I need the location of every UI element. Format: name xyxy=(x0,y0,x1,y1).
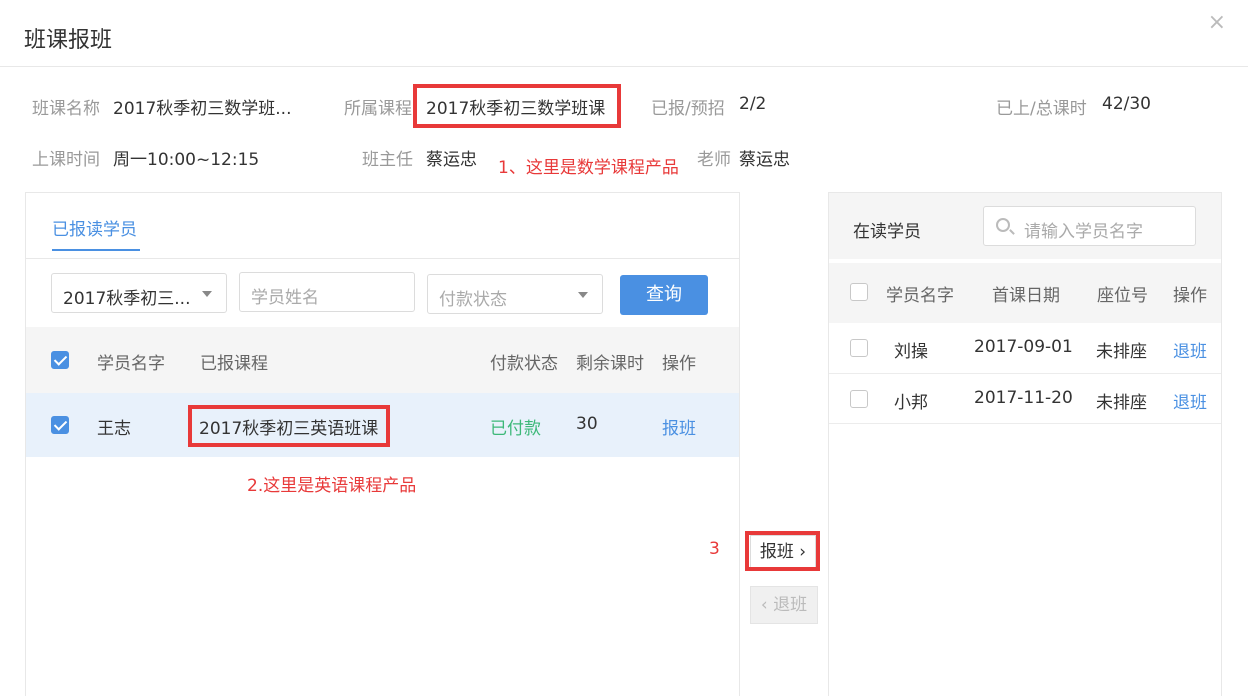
chevron-down-icon xyxy=(202,291,212,297)
annotation-note-2: 2.这里是英语课程产品 xyxy=(247,476,417,496)
student-search-placeholder: 请输入学员名字 xyxy=(1024,222,1143,242)
payment-status-select[interactable]: 付款状态 xyxy=(427,274,603,314)
search-icon xyxy=(996,218,1010,232)
row-checkbox[interactable] xyxy=(850,390,868,408)
annotation-box-english-course xyxy=(188,405,390,447)
head-teacher-value: 蔡运忠 xyxy=(426,150,477,170)
col-first-date: 首课日期 xyxy=(992,286,1060,306)
col-course: 已报课程 xyxy=(200,354,268,374)
lessons-value: 42/30 xyxy=(1102,94,1151,114)
col-student-name: 学员名字 xyxy=(97,354,165,374)
time-value: 周一10:00~12:15 xyxy=(113,150,260,170)
class-name-label: 班课名称 xyxy=(32,99,100,119)
student-name: 小邦 xyxy=(894,393,928,413)
time-label: 上课时间 xyxy=(32,150,100,170)
course-select-value: 2017秋季初三... xyxy=(63,289,191,309)
course-label: 所属课程 xyxy=(344,99,412,119)
chevron-down-icon xyxy=(578,292,588,298)
col-action: 操作 xyxy=(1173,286,1207,306)
dialog-title: 班课报班 xyxy=(24,28,113,53)
class-name-value: 2017秋季初三数学班... xyxy=(113,99,292,119)
student-name: 刘操 xyxy=(894,342,928,362)
withdraw-link[interactable]: 退班 xyxy=(1173,388,1207,413)
remaining-lessons: 30 xyxy=(576,414,598,434)
seat: 未排座 xyxy=(1096,393,1147,413)
select-all-checkbox[interactable] xyxy=(850,283,868,301)
enroll-link[interactable]: 报班 xyxy=(662,414,696,439)
tab-underline xyxy=(52,249,140,251)
table-row[interactable]: 刘操 2017-09-01 未排座 退班 xyxy=(829,323,1221,374)
select-all-checkbox[interactable] xyxy=(51,351,69,369)
course-select[interactable]: 2017秋季初三... xyxy=(51,273,227,313)
row-checkbox[interactable] xyxy=(51,416,69,434)
col-seat: 座位号 xyxy=(1097,286,1148,306)
enrolled-value: 2/2 xyxy=(739,94,767,114)
row-checkbox[interactable] xyxy=(850,339,868,357)
search-button[interactable]: 查询 xyxy=(620,275,708,315)
student-name-placeholder: 学员姓名 xyxy=(251,288,319,308)
current-students-panel: 在读学员 请输入学员名字 学员名字 首课日期 座位号 操作 刘操 2017-09… xyxy=(828,192,1222,696)
current-table-header: 学员名字 首课日期 座位号 操作 xyxy=(829,263,1221,323)
teacher-label: 老师 xyxy=(697,150,731,170)
first-date: 2017-11-20 xyxy=(974,388,1073,408)
student-search-input[interactable]: 请输入学员名字 xyxy=(983,206,1196,246)
first-date: 2017-09-01 xyxy=(974,337,1073,357)
teacher-value: 蔡运忠 xyxy=(739,150,790,170)
col-student-name: 学员名字 xyxy=(886,286,954,306)
annotation-box-course xyxy=(413,84,621,128)
payment-status-placeholder: 付款状态 xyxy=(439,290,507,310)
withdraw-link[interactable]: 退班 xyxy=(1173,337,1207,362)
col-payment-status: 付款状态 xyxy=(490,354,558,374)
annotation-note-3: 3 xyxy=(709,539,720,559)
payment-status: 已付款 xyxy=(490,419,541,439)
col-remaining-lessons: 剩余课时 xyxy=(576,354,644,374)
close-icon[interactable]: × xyxy=(1208,10,1226,35)
seat: 未排座 xyxy=(1096,342,1147,362)
enrolled-label: 已报/预招 xyxy=(651,99,725,119)
annotation-box-enroll xyxy=(745,531,820,571)
lessons-label: 已上/总课时 xyxy=(996,99,1087,119)
col-action: 操作 xyxy=(662,354,696,374)
head-teacher-label: 班主任 xyxy=(362,150,413,170)
current-students-title: 在读学员 xyxy=(853,222,921,242)
tab-enrolled-students[interactable]: 已报读学员 xyxy=(52,215,137,240)
student-name: 王志 xyxy=(97,419,131,439)
dialog-header: 班课报班 × xyxy=(0,0,1248,67)
table-row[interactable]: 小邦 2017-11-20 未排座 退班 xyxy=(829,374,1221,424)
annotation-note-1: 1、这里是数学课程产品 xyxy=(498,158,679,178)
student-name-input[interactable]: 学员姓名 xyxy=(239,272,415,312)
withdraw-transfer-button[interactable]: ‹ 退班 xyxy=(750,586,818,624)
enrolled-table-header: 学员名字 已报课程 付款状态 剩余课时 操作 xyxy=(26,327,739,393)
